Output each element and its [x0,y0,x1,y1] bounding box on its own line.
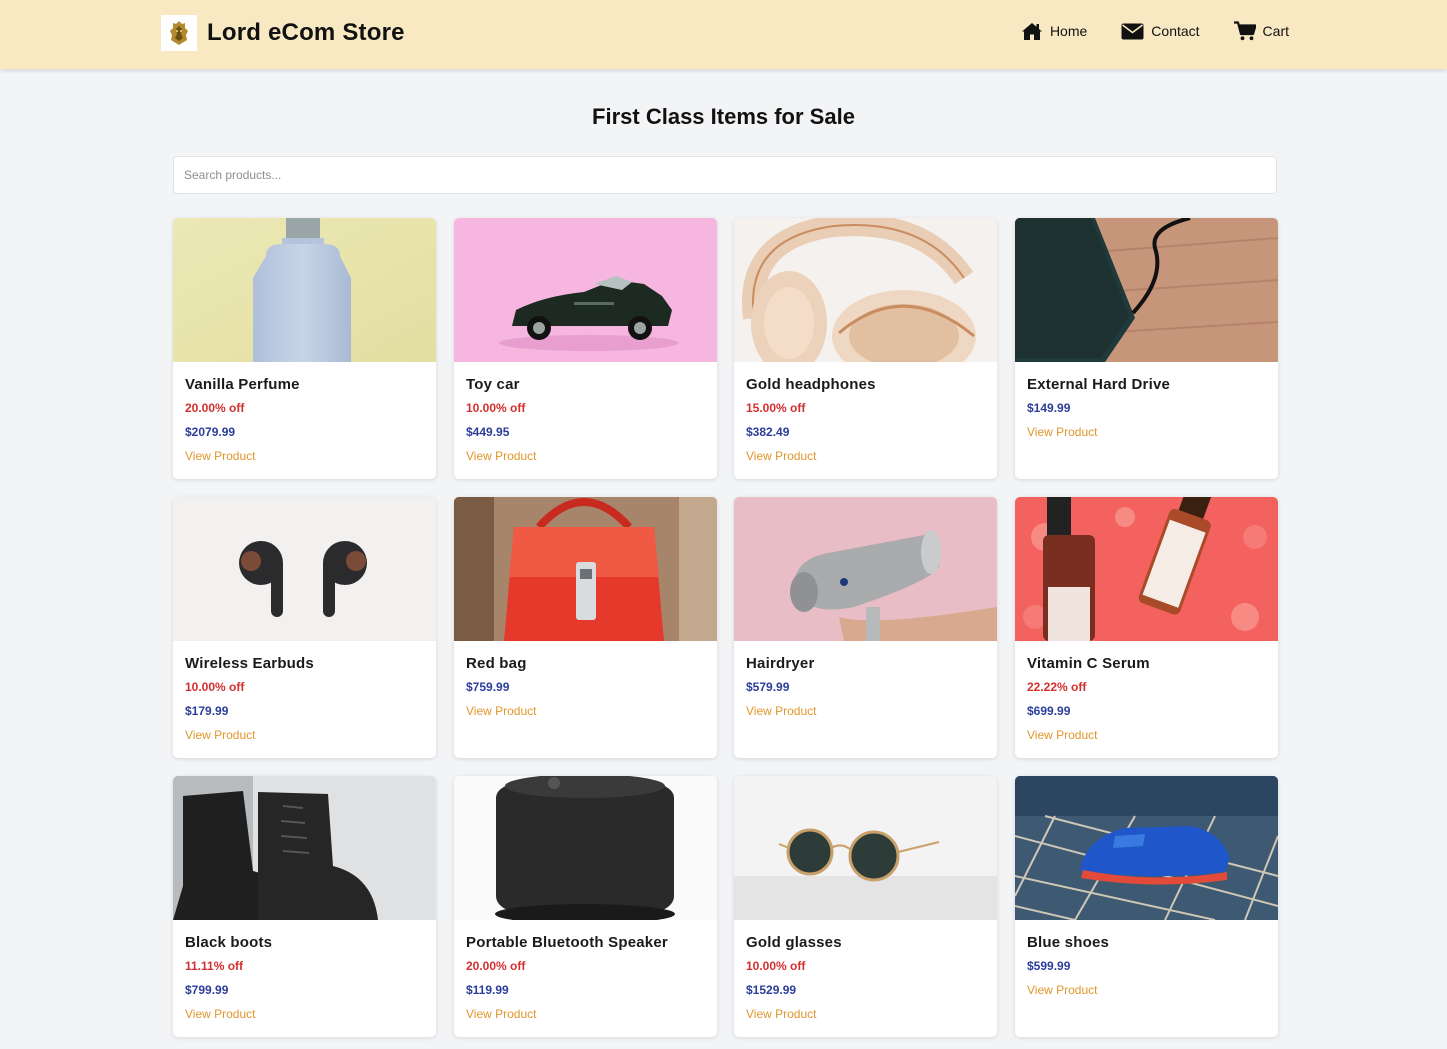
product-card[interactable]: Vitamin C Serum 22.22% off $699.99 View … [1015,497,1278,758]
view-product-link[interactable]: View Product [185,449,255,463]
brand-name[interactable]: Lord eCom Store [207,19,405,47]
product-card[interactable]: Toy car 10.00% off $449.95 View Product [454,218,717,479]
view-product-link[interactable]: View Product [1027,983,1097,997]
view-product-link[interactable]: View Product [466,704,536,718]
product-card[interactable]: Portable Bluetooth Speaker 20.00% off $1… [454,776,717,1037]
product-price: $382.49 [746,425,790,439]
product-image-red-bag[interactable] [454,497,717,641]
site-header: Lord eCom Store Home Contact Cart [0,0,1447,69]
product-card[interactable]: Wireless Earbuds 10.00% off $179.99 View… [173,497,436,758]
product-price: $759.99 [466,680,510,694]
product-name: External Hard Drive [1027,376,1171,393]
view-product-link[interactable]: View Product [746,449,816,463]
discount-badge: 22.22% off [1027,680,1087,694]
product-price: $599.99 [1027,959,1071,973]
product-name: Vitamin C Serum [1027,655,1150,672]
product-image-hard-drive[interactable] [1015,218,1278,362]
discount-badge: 10.00% off [185,680,245,694]
product-card[interactable]: Hairdryer $579.99 View Product [734,497,997,758]
nav-contact-label[interactable]: Contact [1151,23,1199,39]
brand[interactable]: Lord eCom Store [161,15,405,51]
product-name: Gold headphones [746,376,876,393]
product-image-perfume[interactable] [173,218,436,362]
view-product-link[interactable]: View Product [185,1007,255,1021]
product-card[interactable]: Gold headphones 15.00% off $382.49 View … [734,218,997,479]
logo[interactable] [161,15,197,51]
page-title: First Class Items for Sale [592,104,855,129]
view-product-link[interactable]: View Product [466,1007,536,1021]
product-card[interactable]: Black boots 11.11% off $799.99 View Prod… [173,776,436,1037]
product-image-boots[interactable] [173,776,436,920]
product-image-glasses[interactable] [734,776,997,920]
home-icon [1021,22,1042,40]
discount-badge: 11.11% off [185,959,244,973]
product-card[interactable]: Blue shoes $599.99 View Product [1015,776,1278,1037]
product-image-blue-shoes[interactable] [1015,776,1278,920]
product-name: Red bag [466,655,527,672]
discount-badge: 15.00% off [746,401,806,415]
product-price: $2079.99 [185,425,236,439]
product-price: $1529.99 [746,983,797,997]
nav-home-label[interactable]: Home [1050,23,1087,39]
product-name: Portable Bluetooth Speaker [466,934,668,951]
nav-cart[interactable]: Cart [1233,21,1289,41]
product-image-serum[interactable] [1015,497,1278,641]
product-price: $449.95 [466,425,510,439]
discount-badge: 20.00% off [185,401,245,415]
product-card[interactable]: Vanilla Perfume 20.00% off $2079.99 View… [173,218,436,479]
discount-badge: 10.00% off [466,401,526,415]
product-price: $699.99 [1027,704,1071,718]
product-name: Vanilla Perfume [185,376,300,393]
product-card[interactable]: Gold glasses 10.00% off $1529.99 View Pr… [734,776,997,1037]
product-price: $799.99 [185,983,229,997]
view-product-link[interactable]: View Product [746,704,816,718]
product-image-toy-car[interactable] [454,218,717,362]
view-product-link[interactable]: View Product [1027,425,1097,439]
discount-badge: 10.00% off [746,959,806,973]
product-image-earbuds[interactable] [173,497,436,641]
product-image-headphones[interactable] [734,218,997,362]
nav-cart-label[interactable]: Cart [1263,23,1289,39]
product-image-hairdryer[interactable] [734,497,997,641]
search-input[interactable] [173,156,1277,194]
product-card[interactable]: Red bag $759.99 View Product [454,497,717,758]
main-nav: Home Contact Cart [987,21,1289,41]
product-name: Wireless Earbuds [185,655,314,672]
cart-icon [1233,21,1256,41]
product-name: Hairdryer [746,655,815,672]
product-name: Blue shoes [1027,934,1110,951]
view-product-link[interactable]: View Product [466,449,536,463]
lion-crest-icon [170,21,188,45]
product-price: $579.99 [746,680,790,694]
discount-badge: 20.00% off [466,959,526,973]
product-name: Toy car [466,376,520,393]
nav-contact[interactable]: Contact [1121,23,1200,40]
product-price: $119.99 [466,983,509,997]
product-name: Gold glasses [746,934,842,951]
envelope-icon [1121,23,1144,39]
product-price: $149.99 [1027,401,1071,415]
product-price: $179.99 [185,704,229,718]
nav-home[interactable]: Home [1021,22,1087,41]
product-card[interactable]: External Hard Drive $149.99 View Product [1015,218,1278,479]
view-product-link[interactable]: View Product [746,1007,816,1021]
product-name: Black boots [185,934,273,951]
view-product-link[interactable]: View Product [1027,728,1097,742]
product-image-speaker[interactable] [454,776,717,920]
view-product-link[interactable]: View Product [185,728,255,742]
